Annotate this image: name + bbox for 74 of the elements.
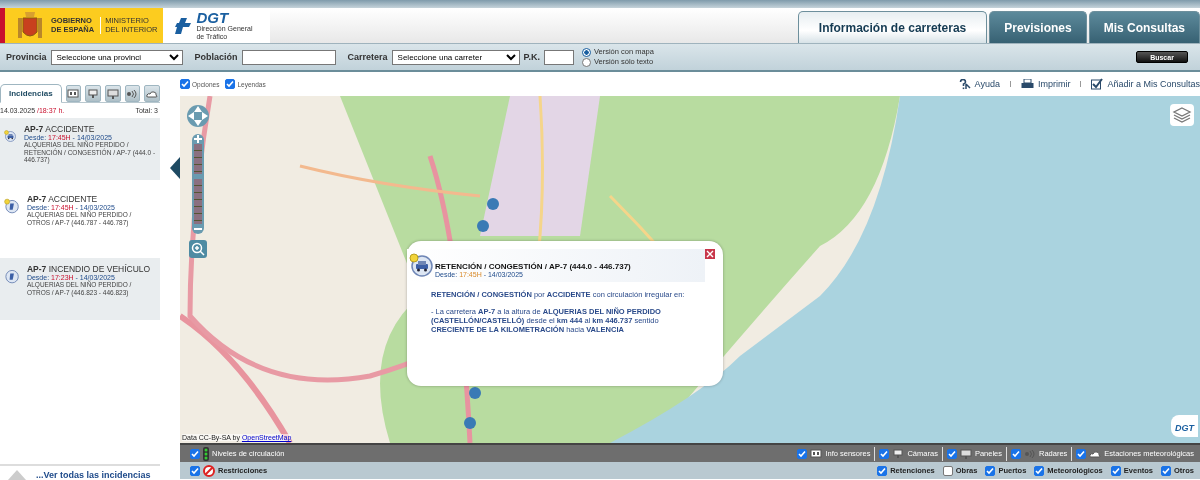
nav-tab[interactable]: Mis Consultas	[1088, 11, 1200, 43]
checkbox[interactable]	[1034, 465, 1045, 476]
zoom-slider-thumb[interactable]	[192, 174, 204, 179]
icon-tab[interactable]	[144, 85, 160, 102]
pk-input[interactable]	[543, 49, 574, 65]
triangle-icon	[8, 470, 26, 480]
icon-tab[interactable]	[65, 85, 82, 102]
pan-control-icon[interactable]	[186, 104, 210, 128]
incident-title: AP-7 ACCIDENTE	[23, 124, 96, 134]
checkbox[interactable]	[225, 79, 236, 89]
checkbox[interactable]	[180, 79, 190, 89]
popup-title: RETENCIÓN / CONGESTIÓN / AP-7 (444.0 - 446.737)	[435, 262, 631, 271]
sidebar-tab[interactable]: Incidencias	[0, 84, 62, 103]
dgt-map-logo: DGT	[1171, 415, 1198, 437]
toolbar-link[interactable]: Imprimir	[1020, 79, 1071, 89]
checkbox[interactable]	[797, 448, 808, 459]
field-label: Provincia	[6, 52, 47, 62]
panel-icon	[959, 448, 972, 459]
camera-icon	[892, 448, 905, 459]
checkbox[interactable]	[985, 465, 996, 476]
radio-button[interactable]	[581, 57, 591, 67]
checkbox[interactable]	[877, 465, 888, 476]
nav-tab[interactable]: Previsiones	[989, 11, 1087, 43]
layers-icon[interactable]	[1170, 104, 1194, 126]
map-marker-icon[interactable]	[487, 198, 499, 210]
no-entry-icon	[203, 464, 215, 477]
printer-icon	[1020, 79, 1034, 89]
field-label: Carretera	[347, 52, 388, 62]
radio-button[interactable]	[581, 47, 591, 57]
cloud-icon	[1089, 448, 1102, 459]
field-label: P.K.	[523, 52, 540, 62]
incident-title: AP-7 INCENDIO DE VEHÍCULO	[26, 264, 152, 274]
map-marker-icon[interactable]	[469, 387, 481, 399]
sensor-icon	[67, 88, 80, 99]
collapse-arrow-icon[interactable]	[170, 157, 180, 179]
checkbox[interactable]	[946, 448, 957, 459]
province-select[interactable]: Seleccione una provinci	[50, 49, 183, 65]
cross-icon	[175, 17, 194, 34]
sensor-icon	[810, 448, 823, 459]
town-input[interactable]	[241, 49, 336, 65]
checkbox[interactable]	[190, 448, 200, 459]
checked-note-icon	[1091, 78, 1104, 90]
icon-tab[interactable]	[124, 85, 141, 102]
checkbox[interactable]	[1161, 465, 1171, 476]
zoom-slider[interactable]	[194, 144, 202, 224]
nav-tab[interactable]: Información de carreteras	[797, 11, 988, 43]
checkbox[interactable]	[1110, 465, 1121, 476]
toolbar-link[interactable]: Ayuda	[958, 78, 1000, 90]
checkbox[interactable]	[1076, 448, 1087, 459]
zoom-control[interactable]	[186, 104, 210, 258]
field-label: Población	[194, 52, 238, 62]
map-marker-icon[interactable]	[477, 220, 489, 232]
cloud-icon	[146, 88, 159, 99]
checkbox[interactable]	[190, 465, 200, 476]
car-incident-icon	[409, 253, 433, 277]
checkbox[interactable]	[1011, 448, 1021, 459]
panel-icon	[106, 88, 119, 99]
camera-icon	[87, 88, 100, 99]
traffic-light-icon	[203, 446, 209, 461]
incident-title: AP-7 ACCIDENTE	[26, 194, 99, 204]
radar-icon	[126, 88, 139, 99]
zoom-in-icon[interactable]	[189, 240, 207, 258]
road-select[interactable]: Seleccione una carreter	[391, 49, 520, 65]
radar-icon	[1024, 448, 1036, 459]
icon-tab[interactable]	[85, 85, 101, 102]
close-icon[interactable]	[705, 249, 715, 259]
map-marker-icon[interactable]	[464, 417, 476, 429]
help-icon	[958, 78, 971, 90]
checkbox[interactable]	[942, 465, 953, 476]
icon-tab[interactable]	[104, 85, 121, 102]
logo-text: DGT	[196, 11, 230, 25]
checkbox[interactable]	[879, 448, 890, 459]
toolbar-link[interactable]: Añadir a Mis Consultas	[1091, 78, 1200, 90]
see-all-link[interactable]: ...Ver todas las incidencias	[36, 470, 151, 480]
